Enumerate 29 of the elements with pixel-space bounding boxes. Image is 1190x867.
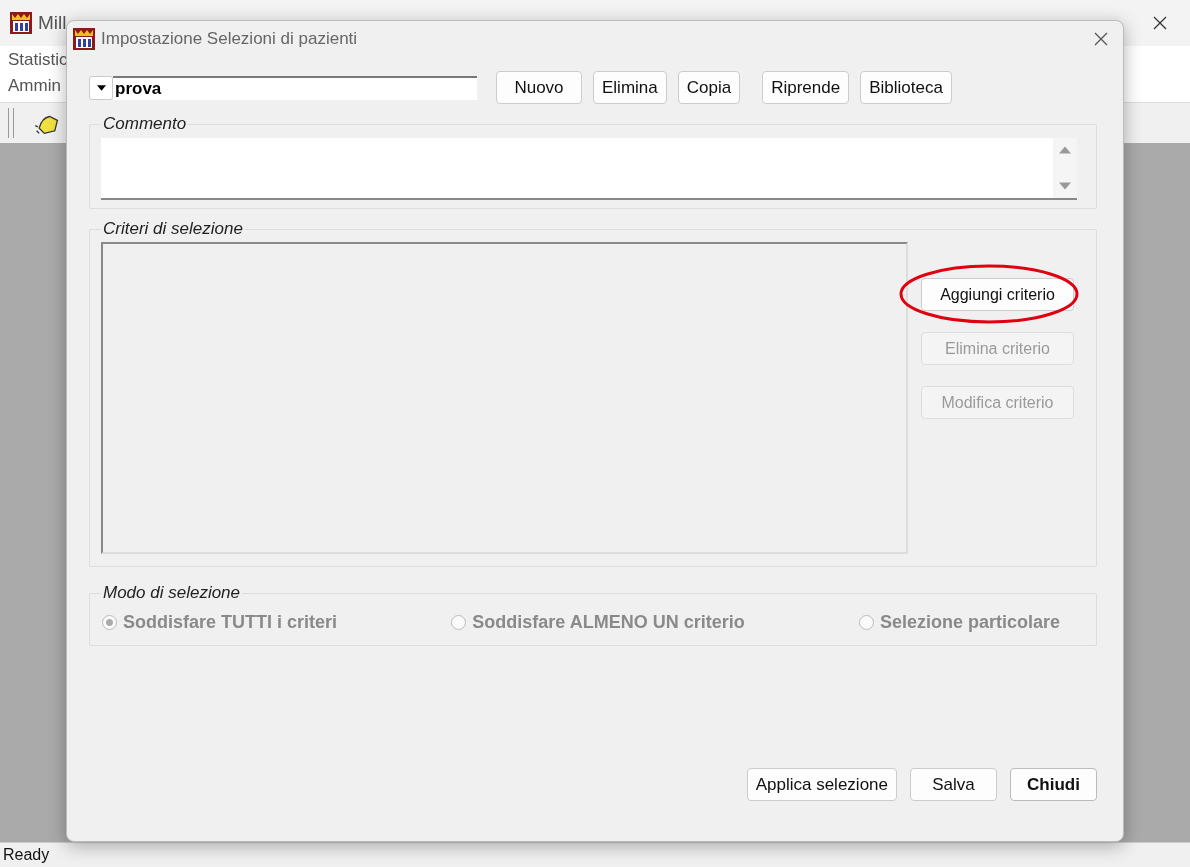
dropdown-button[interactable]: [89, 75, 113, 100]
radio-button[interactable]: [451, 615, 467, 630]
scroll-up-icon: [1059, 146, 1071, 154]
toolbar-button[interactable]: Nuovo: [496, 71, 582, 104]
radio-label: Soddisfare TUTTI i criteri: [123, 612, 338, 633]
radio-label: Selezione particolare: [879, 612, 1060, 633]
dialog-title: Impostazione Selezioni di pazienti: [101, 29, 358, 49]
scroll-down-icon: [1059, 182, 1071, 190]
radio-label: Soddisfare ALMENO UN criterio: [472, 612, 745, 633]
footer-button[interactable]: Salva: [910, 768, 997, 801]
toolbar-button[interactable]: Copia: [677, 71, 741, 104]
toolbar-button[interactable]: Riprende: [762, 71, 850, 104]
criteria-button[interactable]: Aggiungi criterio: [921, 278, 1074, 311]
toolbar-button[interactable]: Biblioteca: [860, 71, 952, 104]
name-field[interactable]: prova: [113, 75, 477, 100]
close-icon[interactable]: [1093, 31, 1109, 47]
footer-button[interactable]: Applica selezione: [746, 768, 897, 801]
close-icon[interactable]: [1152, 15, 1168, 31]
app-logo-icon: [73, 28, 95, 50]
caret-icon: [96, 84, 106, 91]
toolbar-grip: [8, 108, 14, 138]
radio-button[interactable]: [858, 615, 874, 630]
app-logo-icon: [10, 12, 32, 34]
comment-field[interactable]: [101, 138, 1077, 200]
window-title: Mill: [38, 12, 67, 34]
toolbar-button[interactable]: Elimina: [593, 71, 667, 104]
scrollbar[interactable]: [1053, 138, 1077, 198]
radio-button[interactable]: [102, 615, 117, 630]
footer-button[interactable]: Chiudi: [1010, 768, 1097, 801]
